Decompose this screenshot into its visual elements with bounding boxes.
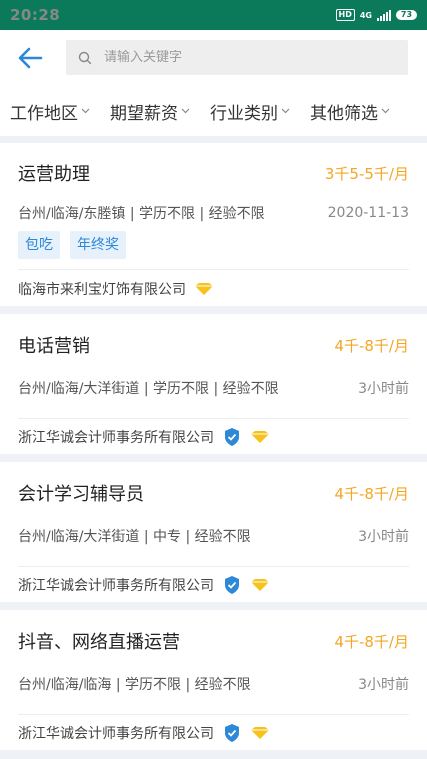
filter-label: 其他筛选 — [310, 103, 378, 124]
search-input[interactable] — [104, 50, 408, 65]
diamond-icon — [250, 578, 270, 592]
job-card[interactable]: 电话营销 4千-8千/月 台州/临海/大洋街道 | 学历不限 | 经验不限 3小… — [0, 314, 427, 454]
job-time: 3小时前 — [358, 381, 409, 397]
filter-work-area[interactable]: 工作地区 — [10, 99, 90, 124]
battery-icon: 73 — [396, 10, 417, 20]
filter-other[interactable]: 其他筛选 — [310, 99, 390, 124]
filter-label: 工作地区 — [10, 103, 78, 124]
chevron-down-icon — [381, 108, 390, 114]
filter-expected-salary[interactable]: 期望薪资 — [110, 99, 190, 124]
job-salary: 4千-8千/月 — [334, 484, 409, 503]
chevron-down-icon — [81, 108, 90, 114]
hd-icon: HD — [335, 9, 355, 21]
verified-shield-icon — [222, 427, 242, 447]
job-details: 台州/临海/大洋街道 | 中专 | 经验不限 — [18, 529, 251, 545]
job-salary: 4千-8千/月 — [334, 632, 409, 651]
search-icon — [78, 51, 92, 65]
job-title: 抖音、网络直播运营 — [18, 632, 180, 653]
signal-icon — [377, 9, 391, 21]
diamond-icon — [194, 282, 214, 296]
job-tag: 包吃 — [18, 231, 60, 259]
company-name: 浙江华诚会计师事务所有限公司 — [18, 726, 214, 742]
job-title: 会计学习辅导员 — [18, 484, 144, 505]
company-name: 浙江华诚会计师事务所有限公司 — [18, 430, 214, 446]
job-title: 电话营销 — [18, 336, 90, 357]
company-name: 浙江华诚会计师事务所有限公司 — [18, 578, 214, 594]
job-card[interactable]: 抖音、网络直播运营 4千-8千/月 台州/临海/临海 | 学历不限 | 经验不限… — [0, 610, 427, 750]
job-card[interactable]: 运营助理 3千5-5千/月 台州/临海/东塍镇 | 学历不限 | 经验不限 20… — [0, 143, 427, 306]
status-bar: 20:28 HD 4G 73 — [0, 0, 427, 30]
job-salary: 4千-8千/月 — [334, 336, 409, 355]
network-type: 4G — [359, 10, 372, 20]
diamond-icon — [250, 430, 270, 444]
job-time: 2020-11-13 — [327, 205, 409, 221]
job-title: 运营助理 — [18, 164, 90, 185]
verified-shield-icon — [222, 723, 242, 743]
chevron-down-icon — [281, 108, 290, 114]
job-details: 台州/临海/临海 | 学历不限 | 经验不限 — [18, 677, 251, 693]
job-time: 3小时前 — [358, 677, 409, 693]
back-arrow-icon — [18, 47, 43, 69]
filter-bar: 工作地区 期望薪资 行业类别 其他筛选 — [0, 86, 427, 136]
job-tags: 包吃 年终奖 — [18, 231, 409, 259]
job-time: 3小时前 — [358, 529, 409, 545]
verified-shield-icon — [222, 575, 242, 595]
job-card[interactable]: 会计学习辅导员 4千-8千/月 台州/临海/大洋街道 | 中专 | 经验不限 3… — [0, 462, 427, 602]
diamond-icon — [250, 726, 270, 740]
battery-level: 73 — [396, 10, 417, 20]
filter-label: 期望薪资 — [110, 103, 178, 124]
company-name: 临海市来利宝灯饰有限公司 — [18, 282, 186, 298]
job-salary: 3千5-5千/月 — [324, 164, 409, 183]
job-tag: 年终奖 — [70, 231, 126, 259]
search-box[interactable] — [66, 40, 408, 75]
top-bar — [0, 30, 427, 86]
filter-label: 行业类别 — [210, 103, 278, 124]
back-button[interactable] — [0, 30, 60, 86]
status-indicators: HD 4G 73 — [335, 9, 417, 21]
chevron-down-icon — [181, 108, 190, 114]
job-details: 台州/临海/东塍镇 | 学历不限 | 经验不限 — [18, 206, 265, 222]
status-time: 20:28 — [10, 6, 61, 24]
filter-industry[interactable]: 行业类别 — [210, 99, 290, 124]
job-details: 台州/临海/大洋街道 | 学历不限 | 经验不限 — [18, 381, 279, 397]
